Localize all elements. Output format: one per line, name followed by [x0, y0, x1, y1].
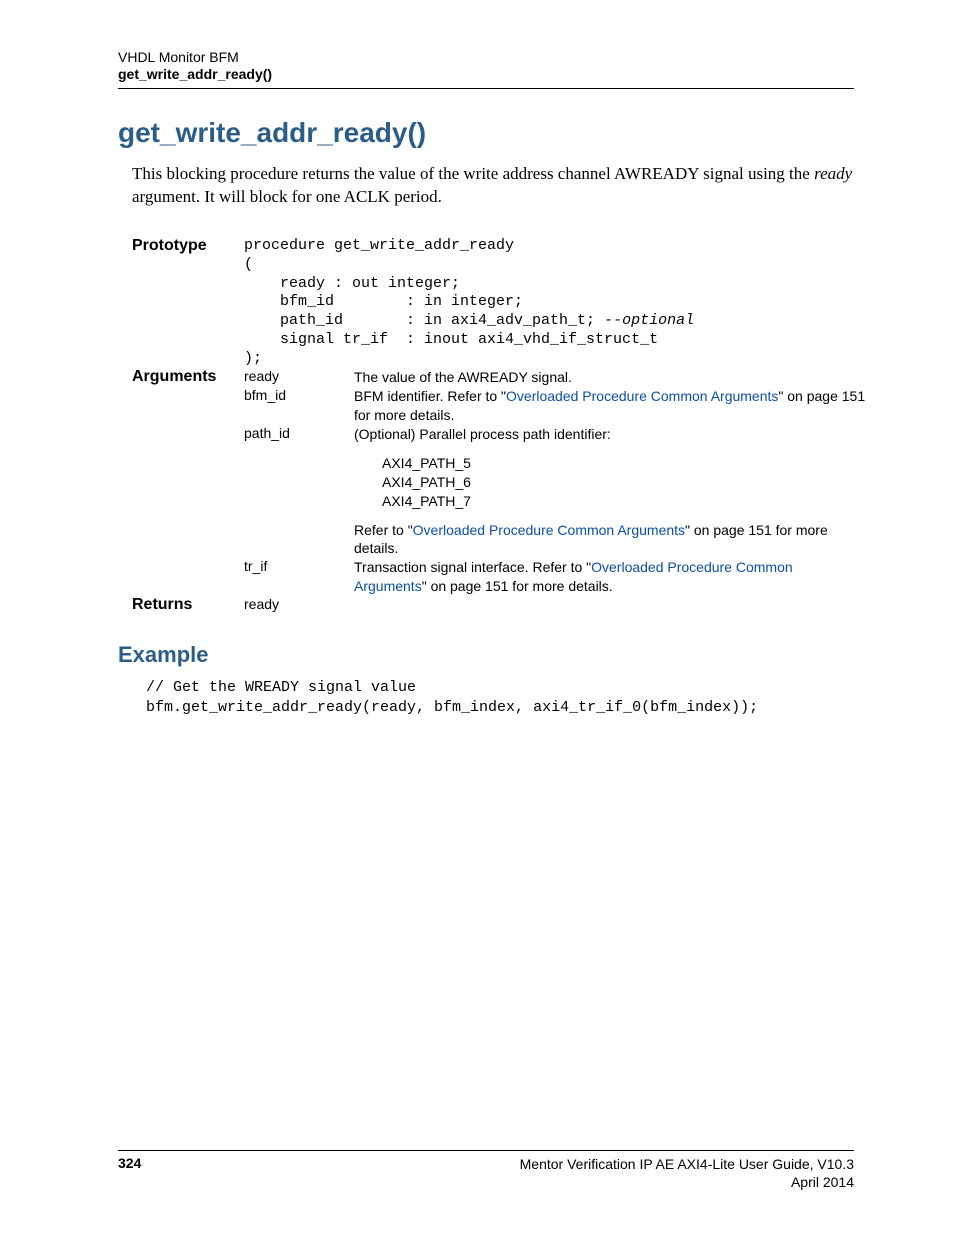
footer: 324 Mentor Verification IP AE AXI4-Lite … [118, 1150, 854, 1191]
intro-paragraph: This blocking procedure returns the valu… [132, 163, 854, 209]
footer-rule [118, 1150, 854, 1151]
returns-value: ready [244, 596, 354, 614]
argdesc-pathid: (Optional) Parallel process path identif… [354, 425, 868, 558]
pathid-refer: Refer to "Overloaded Procedure Common Ar… [354, 521, 868, 559]
argname-pathid: path_id [244, 425, 354, 558]
pathid-pre: Refer to " [354, 522, 413, 538]
trif-pre: Transaction signal interface. Refer to " [354, 559, 591, 575]
proto-l1: procedure get_write_addr_ready [244, 237, 514, 254]
intro-pre: This blocking procedure returns the valu… [132, 164, 814, 183]
argdesc-trif: Transaction signal interface. Refer to "… [354, 558, 868, 596]
pathid-p3: AXI4_PATH_7 [382, 492, 868, 511]
label-prototype: Prototype [132, 237, 244, 368]
intro-em: ready [814, 164, 852, 183]
proto-l5a: path_id : in axi4_adv_path_t; [244, 312, 604, 329]
trif-post: " on page 151 for more details. [422, 578, 613, 594]
example-l2: bfm.get_write_addr_ready(ready, bfm_inde… [146, 699, 758, 716]
arg-pathid-row: path_id (Optional) Parallel process path… [132, 425, 868, 558]
arg-trif-row: tr_if Transaction signal interface. Refe… [132, 558, 868, 596]
example-heading: Example [118, 642, 854, 668]
header-chapter: VHDL Monitor BFM [118, 48, 854, 66]
page-number: 324 [118, 1155, 141, 1191]
example-code: // Get the WREADY signal value bfm.get_w… [146, 678, 854, 719]
argdesc-ready: The value of the AWREADY signal. [354, 368, 868, 387]
header-rule [118, 88, 854, 89]
pathid-list: AXI4_PATH_5 AXI4_PATH_6 AXI4_PATH_7 [382, 454, 868, 511]
proto-l5b: --optional [604, 312, 694, 329]
label-arguments: Arguments [132, 368, 244, 387]
arg-bfmid-row: bfm_id BFM identifier. Refer to "Overloa… [132, 387, 868, 425]
argname-trif: tr_if [244, 558, 354, 596]
page-title: get_write_addr_ready() [118, 117, 854, 149]
arg-ready-row: Arguments ready The value of the AWREADY… [132, 368, 868, 387]
label-returns: Returns [132, 596, 244, 614]
proto-l3: ready : out integer; [244, 275, 460, 292]
intro-post: argument. It will block for one ACLK per… [132, 187, 442, 206]
proto-l6: signal tr_if : inout axi4_vhd_if_struct_… [244, 331, 658, 348]
prototype-code: procedure get_write_addr_ready ( ready :… [244, 237, 868, 368]
proto-l4: bfm_id : in integer; [244, 293, 523, 310]
footer-right: Mentor Verification IP AE AXI4-Lite User… [520, 1155, 854, 1191]
prototype-row: Prototype procedure get_write_addr_ready… [132, 237, 868, 368]
proto-l7: ); [244, 350, 262, 367]
link-overloaded-2[interactable]: Overloaded Procedure Common Arguments [413, 522, 685, 538]
returns-row: Returns ready [132, 596, 868, 614]
footer-guide: Mentor Verification IP AE AXI4-Lite User… [520, 1155, 854, 1173]
definition-table: Prototype procedure get_write_addr_ready… [132, 237, 868, 614]
link-overloaded-1[interactable]: Overloaded Procedure Common Arguments [506, 388, 778, 404]
header-function: get_write_addr_ready() [118, 66, 854, 82]
argname-bfmid: bfm_id [244, 387, 354, 425]
argdesc-bfmid: BFM identifier. Refer to "Overloaded Pro… [354, 387, 868, 425]
example-l1: // Get the WREADY signal value [146, 679, 416, 696]
argname-ready: ready [244, 368, 354, 387]
pathid-p1: AXI4_PATH_5 [382, 454, 868, 473]
proto-l2: ( [244, 256, 253, 273]
footer-date: April 2014 [520, 1173, 854, 1191]
pathid-p2: AXI4_PATH_6 [382, 473, 868, 492]
bfmid-pre: BFM identifier. Refer to " [354, 388, 506, 404]
pathid-intro: (Optional) Parallel process path identif… [354, 425, 868, 444]
